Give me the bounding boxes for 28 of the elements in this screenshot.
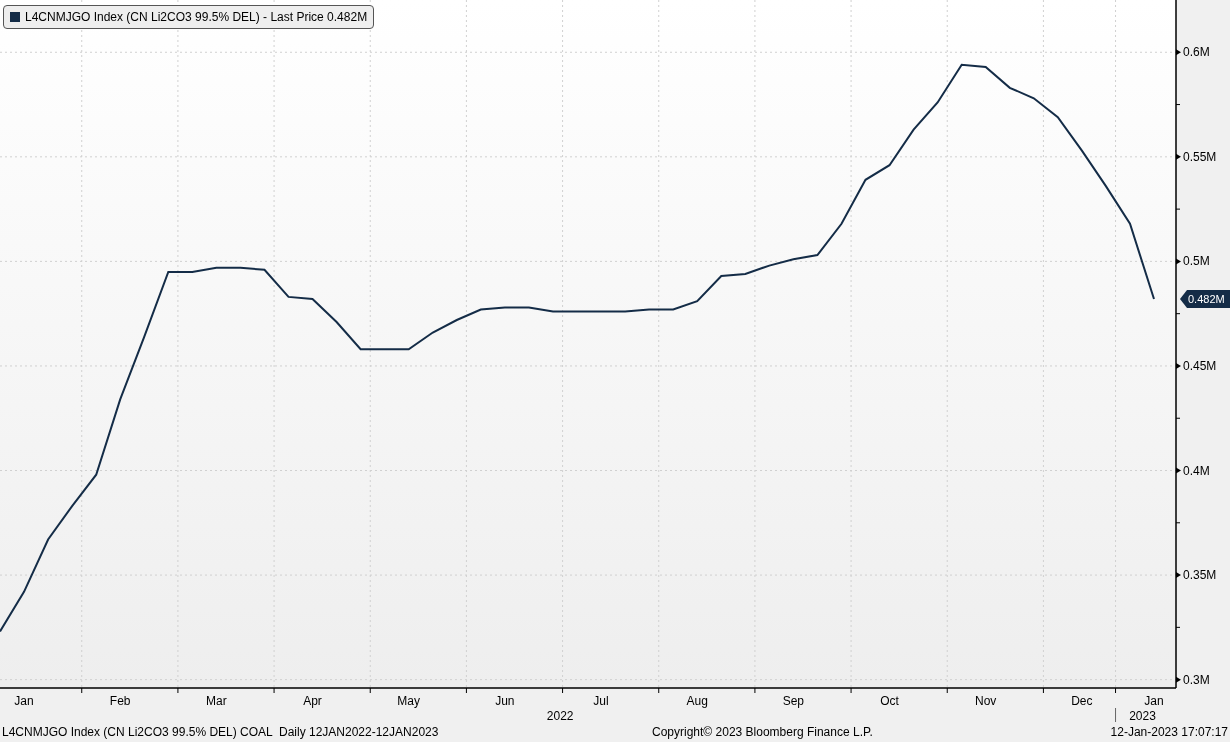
axis-label: May: [397, 694, 421, 708]
axis-label: Apr: [303, 694, 322, 708]
chart-description: L4CNMJGO Index (CN Li2CO3 99.5% DEL) COAL Daily 12JAN2022-12JAN2023: [2, 724, 440, 741]
axis-label: 0.5M: [1183, 254, 1210, 269]
axis-label: 0.6M: [1183, 45, 1210, 60]
axis-label: Oct: [880, 694, 899, 708]
price-tag: 0.482M: [1180, 290, 1230, 309]
axis-label: Nov: [975, 694, 997, 708]
axis-label: Aug: [686, 694, 708, 708]
copyright-text: Copyright© 2023 Bloomberg Finance L.P.: [652, 724, 873, 741]
year-label: 2022: [546, 709, 574, 722]
axis-label: Jun: [495, 694, 515, 708]
axis-label: 0.45M: [1183, 358, 1217, 373]
axis-label: Mar: [206, 694, 227, 708]
legend-text: L4CNMJGO Index (CN Li2CO3 99.5% DEL) - Last Price 0.482M: [25, 9, 368, 26]
axis-label: Jan: [14, 694, 34, 708]
year-label: 2023: [1129, 709, 1156, 722]
axis-label: 0.4M: [1183, 463, 1210, 478]
legend-swatch-icon: [10, 12, 20, 22]
timestamp: 12-Jan-2023 17:07:17: [1110, 724, 1228, 741]
axis-label: Feb: [109, 694, 131, 708]
axis-label: 0.55M: [1183, 149, 1217, 164]
axis-label: Sep: [782, 694, 805, 708]
axis-label: 0.3M: [1183, 672, 1210, 687]
axis-label: 0.35M: [1183, 568, 1217, 583]
axis-label: Jan: [1144, 694, 1164, 708]
axis-label: Dec: [1071, 694, 1093, 708]
axis-label: Jul: [593, 694, 609, 708]
